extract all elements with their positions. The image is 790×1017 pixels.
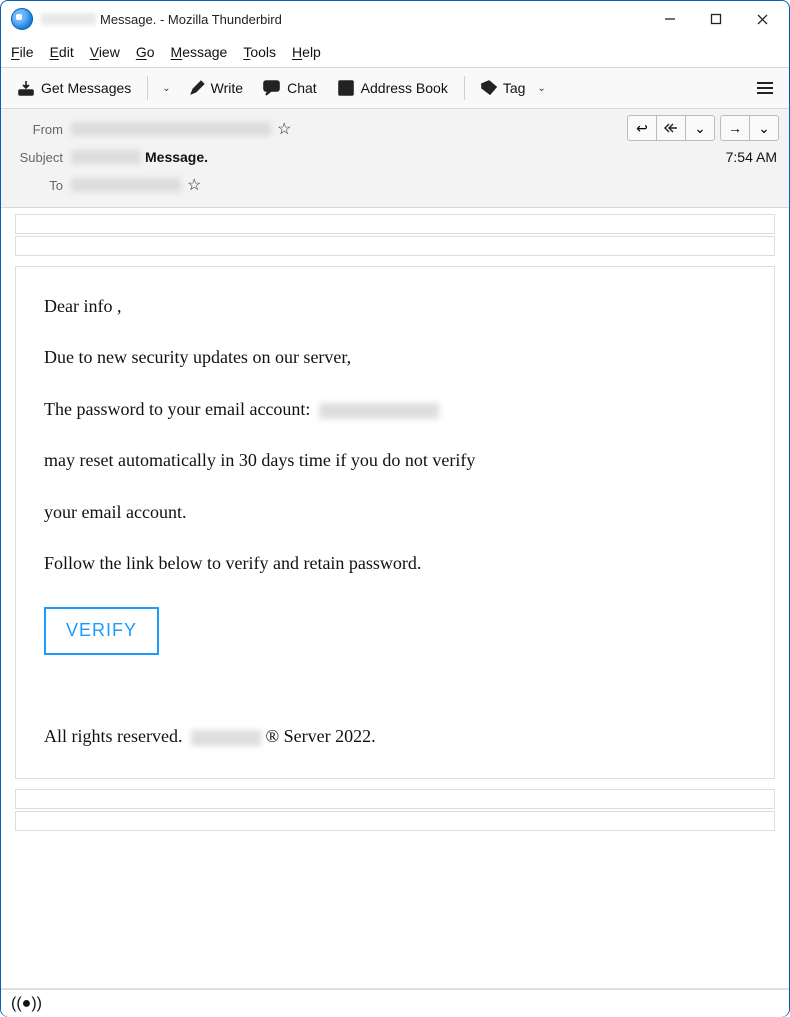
email-line: The password to your email account: [44, 398, 746, 421]
menu-help[interactable]: Help [292, 44, 321, 60]
separator [464, 76, 465, 100]
chevron-down-icon: ⌄ [531, 83, 551, 94]
menu-message[interactable]: Message [171, 44, 228, 60]
email-text: ® Server 2022. [265, 726, 375, 746]
email-line: your email account. [44, 501, 746, 524]
forward-dropdown[interactable]: ⌄ [749, 115, 779, 141]
menu-tools[interactable]: Tools [243, 44, 276, 60]
subject-text: Message. [145, 149, 208, 165]
reply-button[interactable]: ↩ [627, 115, 657, 141]
get-messages-button[interactable]: Get Messages [9, 72, 139, 104]
address-book-icon [337, 80, 355, 96]
menu-go[interactable]: Go [136, 44, 155, 60]
email-line: Due to new security updates on our serve… [44, 346, 746, 369]
message-nav: ↩ ⌄ → ⌄ [622, 115, 779, 141]
email-text: All rights reserved. [44, 726, 187, 746]
redacted-text [71, 150, 141, 164]
message-body-area: PC risk.com Dear info , Due to new secur… [1, 208, 789, 989]
email-line: may reset automatically in 30 days time … [44, 449, 746, 472]
reply-all-button[interactable] [656, 115, 686, 141]
email-footer: All rights reserved. ® Server 2022. [44, 725, 746, 748]
get-messages-label: Get Messages [41, 80, 131, 96]
message-content: Dear info , Due to new security updates … [1, 208, 789, 839]
forward-button[interactable]: → [720, 115, 750, 141]
star-icon[interactable]: ☆ [277, 119, 291, 139]
menu-edit[interactable]: Edit [50, 44, 74, 60]
tag-label: Tag [503, 80, 526, 96]
chat-label: Chat [287, 80, 317, 96]
to-row: To ☆ [11, 171, 779, 199]
app-menu-button[interactable] [749, 72, 781, 104]
pencil-icon [189, 80, 205, 96]
email-greeting: Dear info , [44, 295, 746, 318]
window-minimize-button[interactable] [647, 3, 693, 35]
tag-icon [481, 80, 497, 96]
from-label: From [11, 122, 71, 137]
subject-row: Subject Message. [11, 143, 779, 171]
redacted-text [319, 403, 439, 419]
menu-view[interactable]: View [90, 44, 120, 60]
verify-link-button[interactable]: VERIFY [44, 607, 159, 654]
window-close-button[interactable] [739, 3, 785, 35]
write-label: Write [211, 80, 243, 96]
address-book-label: Address Book [361, 80, 448, 96]
subject-value: Message. [71, 149, 208, 165]
download-icon [17, 79, 35, 97]
get-messages-dropdown[interactable]: ⌄ [156, 83, 176, 94]
toolbar: Get Messages ⌄ Write Chat Address Book [1, 67, 789, 109]
redacted-text [191, 730, 261, 746]
table-row [15, 789, 775, 809]
redacted-text [71, 122, 271, 136]
menu-file[interactable]: File [11, 44, 34, 60]
tag-button[interactable]: Tag ⌄ [473, 72, 560, 104]
window-maximize-button[interactable] [693, 3, 739, 35]
to-label: To [11, 178, 71, 193]
star-icon[interactable]: ☆ [187, 175, 201, 195]
email-body: Dear info , Due to new security updates … [15, 266, 775, 779]
separator [147, 76, 148, 100]
window-title-text: Message. - Mozilla Thunderbird [100, 12, 282, 27]
subject-label: Subject [11, 150, 71, 165]
statusbar: ((●)) [1, 989, 789, 1017]
redacted-text [71, 178, 181, 192]
chat-icon [263, 80, 281, 96]
window-titlebar: Message. - Mozilla Thunderbird [1, 1, 789, 37]
from-value: ☆ [71, 119, 291, 139]
reply-dropdown[interactable]: ⌄ [685, 115, 715, 141]
thunderbird-icon [11, 8, 33, 30]
email-text: The password to your email account: [44, 399, 315, 419]
message-headers: ↩ ⌄ → ⌄ From ☆ Subject Message. To ☆ 7:5… [1, 109, 789, 208]
table-row [15, 214, 775, 234]
address-book-button[interactable]: Address Book [329, 72, 456, 104]
chat-button[interactable]: Chat [255, 72, 325, 104]
menubar: File Edit View Go Message Tools Help [1, 37, 789, 67]
to-value: ☆ [71, 175, 201, 195]
message-timestamp: 7:54 AM [726, 149, 777, 165]
window-title: Message. - Mozilla Thunderbird [41, 12, 282, 27]
online-status-icon[interactable]: ((●)) [11, 995, 42, 1013]
redacted-text [41, 13, 96, 25]
table-row [15, 236, 775, 256]
email-line: Follow the link below to verify and reta… [44, 552, 746, 575]
write-button[interactable]: Write [181, 72, 251, 104]
table-row [15, 811, 775, 831]
